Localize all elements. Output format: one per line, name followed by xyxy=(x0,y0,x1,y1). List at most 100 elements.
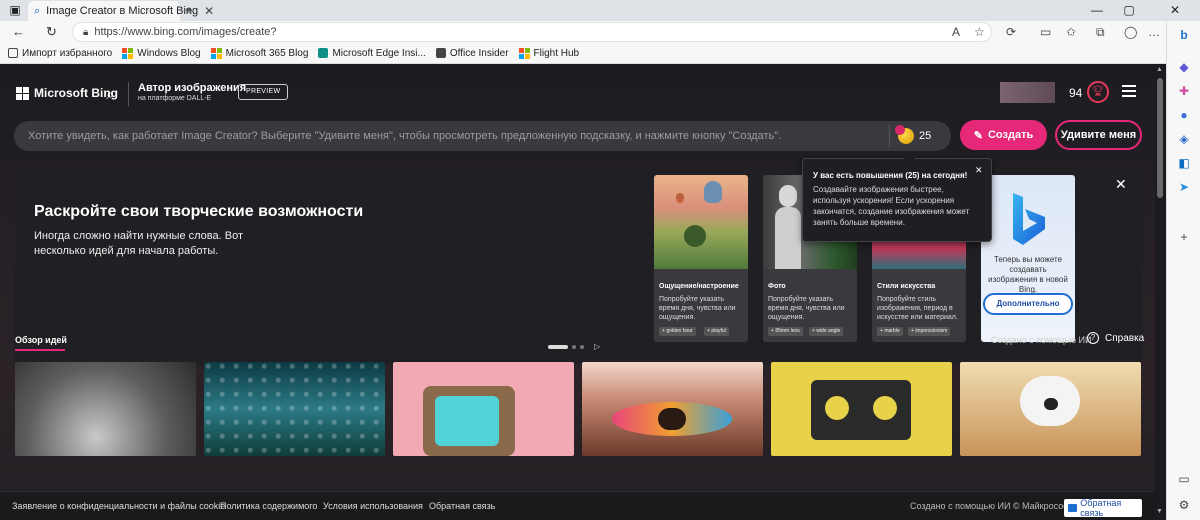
favorite-item[interactable]: Импорт избранного xyxy=(8,48,112,59)
carousel-dot[interactable] xyxy=(580,344,584,349)
scrollbar-thumb[interactable] xyxy=(1157,78,1163,198)
footer-link-terms[interactable]: Условия использования xyxy=(323,501,423,511)
bing-chat-icon[interactable]: b xyxy=(1176,27,1192,43)
create-button[interactable]: ✎ Создать xyxy=(960,120,1047,150)
idea-thumbnail[interactable] xyxy=(582,362,763,456)
edge-icon xyxy=(318,48,329,58)
idea-card-mood[interactable]: Ощущение/настроение Попробуйте указать в… xyxy=(654,175,748,342)
favorite-item[interactable]: Windows Blog xyxy=(122,47,201,59)
more-icon[interactable]: … xyxy=(1148,25,1160,39)
idea-thumbnail[interactable] xyxy=(771,362,952,456)
chip-marble[interactable]: + marble xyxy=(877,327,903,336)
favorite-star-icon[interactable]: ☆ xyxy=(974,25,985,39)
close-window-icon[interactable]: ✕ xyxy=(1160,0,1190,21)
feedback-button[interactable]: Обратная связь xyxy=(1064,498,1142,518)
favorite-item[interactable]: Flight Hub xyxy=(518,47,579,59)
maximize-icon[interactable]: ▢ xyxy=(1114,0,1144,21)
active-tab-underline xyxy=(15,349,65,351)
footer-link-privacy[interactable]: Заявление о конфиденциальности и файлы c… xyxy=(12,501,225,511)
sidebar-settings-icon[interactable]: ⚙ xyxy=(1176,497,1192,513)
carousel-dot-active[interactable] xyxy=(548,344,568,349)
close-panel-icon[interactable]: ✕ xyxy=(1115,176,1127,193)
carousel-next-icon[interactable]: ▷ xyxy=(594,342,600,351)
search-icon[interactable]: ⌕ xyxy=(98,82,122,106)
outlook-icon[interactable]: ◧ xyxy=(1176,155,1192,171)
microsoft-logo-icon xyxy=(122,47,134,59)
split-screen-icon[interactable]: ▭ xyxy=(1040,25,1051,39)
learn-more-button[interactable]: Дополнительно xyxy=(983,293,1073,315)
card-description: Попробуйте указать время дня, чувства ил… xyxy=(659,296,736,321)
favorite-label: Microsoft 365 Blog xyxy=(225,47,309,59)
idea-thumbnail[interactable] xyxy=(15,362,196,456)
idea-thumbnail[interactable] xyxy=(393,362,574,456)
tooltip-close-icon[interactable]: ✕ xyxy=(975,165,983,176)
page-title: Автор изображения xyxy=(138,82,247,94)
footer-link-feedback[interactable]: Обратная связь xyxy=(429,501,495,511)
prompt-box: 25 xyxy=(14,121,951,151)
idea-thumbnail[interactable] xyxy=(204,362,385,456)
chip-85mm-lens[interactable]: + 85mm lens xyxy=(768,327,803,336)
edge-sidebar: b ◆ ✚ ● ◈ ◧ ➤ + ▭ ⚙ xyxy=(1166,21,1200,520)
url-field[interactable]: 🔒︎ https://www.bing.com/images/create? xyxy=(72,22,992,42)
drop-icon[interactable]: ➤ xyxy=(1176,179,1192,195)
footer-link-content-policy[interactable]: Политика содержимого xyxy=(220,501,317,511)
carousel-dot[interactable] xyxy=(572,344,576,349)
scroll-up-icon[interactable]: ▲ xyxy=(1156,66,1163,73)
favorite-item[interactable]: Microsoft Edge Insi... xyxy=(318,48,426,59)
new-tab-icon[interactable]: + xyxy=(174,0,204,21)
chip-golden-hour[interactable]: + golden hour xyxy=(659,327,696,336)
favorite-item[interactable]: Office Insider xyxy=(435,47,509,59)
games-icon[interactable]: ● xyxy=(1176,107,1192,123)
search-favicon-icon: ⌕ xyxy=(34,5,41,17)
feedback-label: Обратная связь xyxy=(1080,498,1122,518)
boost-count: 25 xyxy=(919,130,932,142)
header-divider xyxy=(128,82,129,106)
browser-tab-active[interactable]: ⌕ Image Creator в Microsoft Bing ✕ xyxy=(28,1,214,21)
back-icon[interactable]: ← xyxy=(12,25,25,39)
create-label: Создать xyxy=(987,129,1034,141)
profile-avatar[interactable] xyxy=(1000,82,1055,103)
card-title: Фото xyxy=(768,283,786,290)
extensions-icon[interactable]: ⟳ xyxy=(1006,25,1016,39)
card-description: Попробуйте стиль изображения, период в и… xyxy=(877,296,958,321)
favorites-icon[interactable]: ✩ xyxy=(1066,25,1076,39)
chip-playful[interactable]: + playful xyxy=(704,327,729,336)
m365-icon[interactable]: ◈ xyxy=(1176,131,1192,147)
hamburger-menu-icon[interactable] xyxy=(1122,85,1136,97)
feedback-icon xyxy=(1068,504,1078,512)
help-link[interactable]: ? Справка xyxy=(1087,332,1144,344)
tab-explore-ideas[interactable]: Обзор идей xyxy=(15,335,67,345)
microsoft-logo-icon xyxy=(210,47,222,59)
scroll-down-icon[interactable]: ▼ xyxy=(1156,508,1163,515)
collections-icon[interactable]: ⧉ xyxy=(1096,25,1105,39)
minimize-icon[interactable]: — xyxy=(1082,0,1112,21)
card-image-balloons xyxy=(654,175,748,269)
boost-counter[interactable]: 25 xyxy=(895,125,932,144)
profile-icon[interactable]: ◯ xyxy=(1124,25,1137,39)
new-bing-promo-card: Теперь вы можете создавать изображения в… xyxy=(981,175,1075,342)
chip-wide-angle[interactable]: + wide angle xyxy=(809,327,844,336)
footer-copyright: Создано с помощью ИИ © Майкрософт xyxy=(910,501,1075,511)
add-sidebar-icon[interactable]: + xyxy=(1176,229,1192,245)
tab-actions-icon[interactable]: ▣ xyxy=(0,0,30,21)
rewards-trophy-icon[interactable]: 🏆︎ xyxy=(1087,81,1109,103)
shopping-tag-icon[interactable]: ◆ xyxy=(1176,59,1192,75)
read-aloud-icon[interactable]: A xyxy=(952,25,960,39)
panel-description: Иногда сложно найти нужные слова. Вот не… xyxy=(34,230,243,257)
page-subtitle: на платформе DALL-E xyxy=(138,95,212,102)
refresh-icon[interactable]: ↻ xyxy=(46,25,57,39)
idea-thumbnail[interactable] xyxy=(960,362,1141,456)
page-scrollbar[interactable]: ▲ ▼ xyxy=(1155,64,1166,520)
close-tab-icon[interactable]: ✕ xyxy=(204,4,214,18)
surprise-me-button[interactable]: Удивите меня xyxy=(1055,120,1142,150)
favorite-item[interactable]: Microsoft 365 Blog xyxy=(210,47,309,59)
rewards-points[interactable]: 94 xyxy=(1069,86,1082,100)
promo-text: Теперь вы можете создавать изображения в… xyxy=(988,255,1068,294)
chip-impressionism[interactable]: + impressionism xyxy=(908,327,951,336)
ai-made-label: Создано с помощью ИИ xyxy=(991,335,1092,345)
tools-icon[interactable]: ✚ xyxy=(1176,83,1192,99)
favorite-label: Office Insider xyxy=(449,47,509,59)
hide-sidebar-icon[interactable]: ▭ xyxy=(1176,471,1192,487)
prompt-input[interactable] xyxy=(14,121,889,151)
favorite-label: Windows Blog xyxy=(137,47,201,59)
